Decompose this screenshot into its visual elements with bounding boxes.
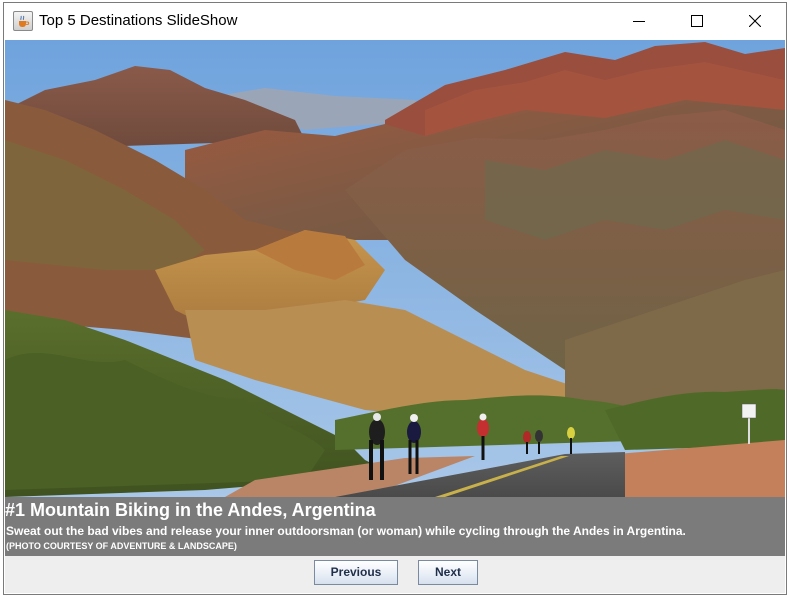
next-button[interactable]: Next [418,560,478,585]
minimize-button[interactable] [616,3,662,40]
slide-caption: #1 Mountain Biking in the Andes, Argenti… [5,497,785,556]
close-icon [749,15,761,27]
maximize-icon [691,15,703,27]
maximize-button[interactable] [674,3,720,40]
minimize-icon [633,21,645,22]
title-bar[interactable]: Top 5 Destinations SlideShow [4,3,786,40]
close-button[interactable] [732,3,778,40]
slideshow-panel: #1 Mountain Biking in the Andes, Argenti… [5,40,785,593]
slide-image [5,40,785,497]
photo-credit: (PHOTO COURTESY OF ADVENTURE & LANDSCAPE… [6,541,237,551]
previous-button[interactable]: Previous [314,560,398,585]
app-window: Top 5 Destinations SlideShow #1 Mountain… [3,2,787,595]
slide-title: #1 Mountain Biking in the Andes, Argenti… [5,500,376,520]
java-cup-icon[interactable] [13,11,33,31]
slide-description: Sweat out the bad vibes and release your… [6,524,686,538]
window-title: Top 5 Destinations SlideShow [39,12,238,29]
